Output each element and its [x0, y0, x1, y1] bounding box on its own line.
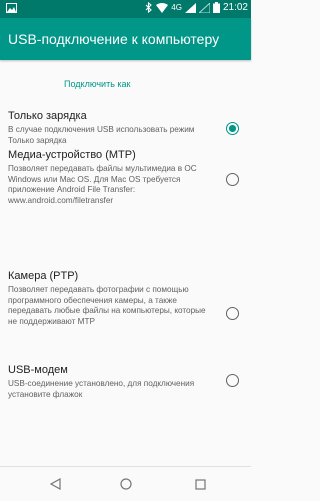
- option-ptp[interactable]: Камера (PTP) Позволяет передавать фотогр…: [0, 264, 251, 346]
- option-title: USB-модем: [8, 364, 68, 376]
- notification-image-icon: [6, 3, 17, 16]
- app-bar: USB-подключение к компьютеру: [0, 18, 251, 60]
- wifi-icon: [156, 2, 169, 13]
- navigation-bar: [0, 466, 251, 501]
- radio-button[interactable]: [226, 173, 239, 186]
- option-usb-modem[interactable]: USB-модем USB-соединение установлено, дл…: [0, 358, 251, 406]
- battery-icon: [212, 2, 220, 13]
- option-description: USB-соединение установлено, для подключе…: [8, 379, 195, 399]
- recents-icon[interactable]: [195, 477, 206, 495]
- option-title: Камера (PTP): [8, 270, 79, 282]
- network-type-label: 4G: [171, 3, 182, 12]
- back-icon[interactable]: [49, 477, 61, 495]
- option-title: Только зарядка: [8, 110, 87, 122]
- status-bar: 4G 21:02: [0, 0, 251, 18]
- radio-button[interactable]: [226, 307, 239, 320]
- option-mtp[interactable]: Медиа-устройство (MTP) Позволяет передав…: [0, 143, 251, 235]
- option-description: Позволяет передавать фотографии с помощь…: [8, 285, 206, 326]
- radio-button[interactable]: [226, 374, 239, 387]
- status-time: 21:02: [222, 2, 248, 13]
- option-title: Медиа-устройство (MTP): [8, 149, 136, 161]
- section-header: Подключить как: [64, 79, 131, 89]
- signal-icon: [184, 2, 196, 13]
- home-icon[interactable]: [120, 477, 132, 495]
- bluetooth-icon: [145, 2, 153, 13]
- option-description: Позволяет передавать файлы мультимедиа в…: [8, 164, 197, 205]
- option-charge-only[interactable]: Только зарядка В случае подключения USB …: [0, 104, 251, 146]
- status-icons: 4G 21:02: [145, 2, 248, 13]
- signal-icon-empty: [198, 2, 210, 13]
- page-title: USB-подключение к компьютеру: [8, 31, 220, 47]
- radio-button-selected[interactable]: [226, 122, 239, 135]
